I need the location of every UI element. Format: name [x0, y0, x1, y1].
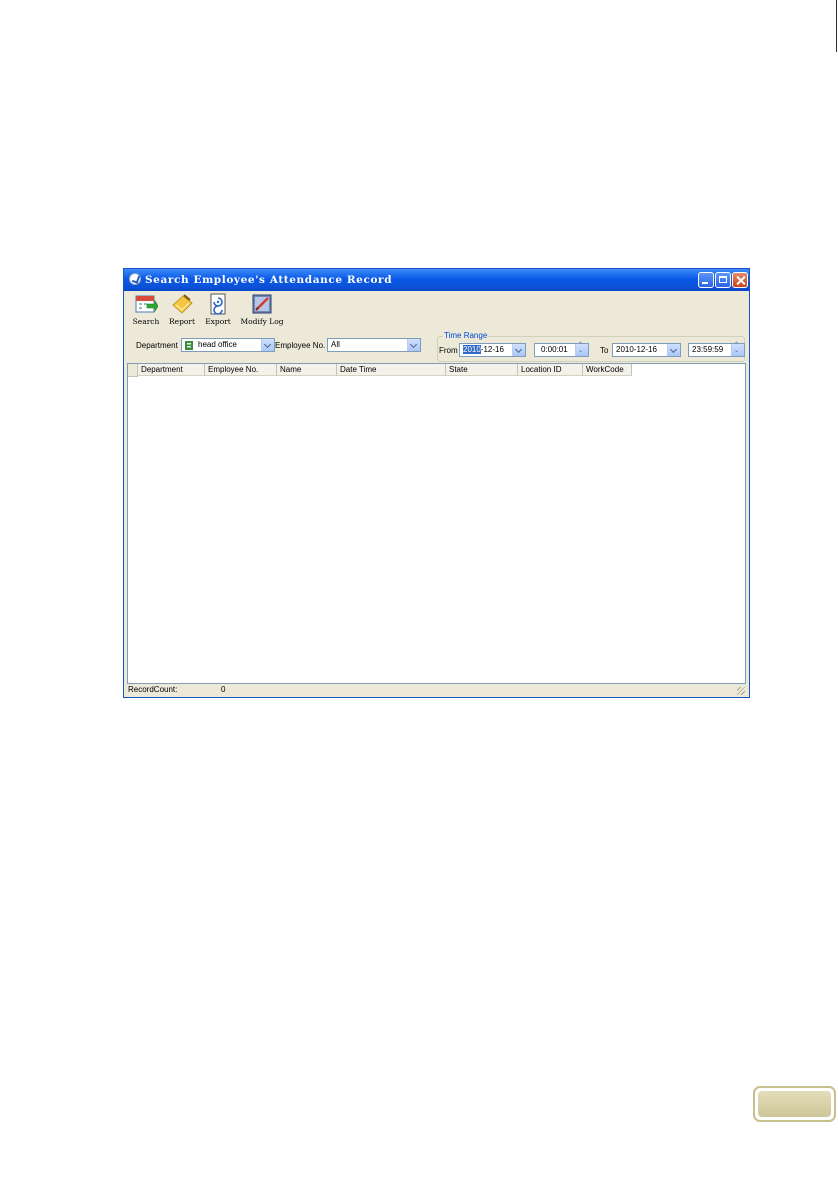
grid-corner	[128, 364, 138, 377]
from-date-value: 2010-12-16	[463, 345, 504, 354]
page-tab-fill	[758, 1091, 831, 1117]
to-date-dropdown-icon[interactable]	[667, 344, 680, 356]
filter-bar: Department head office Employee No. All …	[127, 329, 747, 363]
search-button-label: Search	[132, 317, 160, 326]
time-range-group: Time Range From 2010-12-16 0:00:01 To 20…	[437, 331, 745, 362]
department-dropdown-icon[interactable]	[261, 339, 274, 351]
maximize-button[interactable]	[715, 272, 731, 288]
attendance-window: Search Employee's Attendance Record Sear…	[123, 268, 750, 698]
modify-log-button-label: Modify Log	[240, 317, 284, 326]
employee-no-label: Employee No.	[275, 341, 326, 350]
attendance-grid[interactable]: Department Employee No. Name Date Time S…	[127, 363, 746, 684]
department-label: Department	[136, 341, 178, 350]
department-tree-icon	[185, 341, 193, 350]
export-button-label: Export	[205, 317, 231, 326]
title-bar[interactable]: Search Employee's Attendance Record	[124, 269, 749, 291]
column-header-employee-no[interactable]: Employee No.	[205, 364, 277, 376]
column-header-department[interactable]: Department	[138, 364, 205, 376]
export-icon	[210, 293, 226, 315]
from-time-value: 0:00:01	[541, 345, 568, 354]
report-icon	[172, 294, 193, 314]
from-time-spinner[interactable]: 0:00:01	[534, 342, 589, 357]
toolbar: Search Report Export Modify Log	[127, 291, 745, 327]
minimize-button[interactable]	[698, 272, 714, 288]
search-calendar-icon	[135, 295, 158, 313]
close-button[interactable]	[732, 272, 748, 288]
grid-header: Department Employee No. Name Date Time S…	[128, 364, 632, 377]
report-button-label: Report	[168, 317, 195, 326]
column-header-name[interactable]: Name	[277, 364, 337, 376]
from-label: From	[439, 346, 458, 355]
search-button[interactable]: Search	[131, 293, 161, 326]
from-date-picker[interactable]: 2010-12-16	[459, 343, 526, 357]
department-select[interactable]: head office	[181, 338, 275, 352]
modify-log-button[interactable]: Modify Log	[239, 293, 285, 326]
column-header-workcode[interactable]: WorkCode	[583, 364, 632, 376]
employee-no-value: All	[331, 340, 340, 349]
window-title: Search Employee's Attendance Record	[145, 274, 393, 286]
employee-no-select[interactable]: All	[327, 338, 421, 352]
record-count-value: 0	[221, 685, 226, 694]
to-time-value: 23:59:59	[692, 345, 724, 354]
report-button[interactable]: Report	[167, 293, 197, 326]
to-label: To	[600, 346, 609, 355]
resize-grip-icon[interactable]	[737, 687, 745, 695]
time-range-legend: Time Range	[443, 331, 489, 340]
column-header-state[interactable]: State	[446, 364, 518, 376]
app-icon	[129, 273, 141, 285]
to-date-picker[interactable]: 2010-12-16	[612, 343, 681, 357]
modify-log-icon	[252, 294, 272, 314]
from-time-spin-icon[interactable]	[575, 342, 588, 356]
from-date-year-selected: 2010	[463, 345, 481, 354]
to-time-spin-icon[interactable]	[731, 342, 744, 356]
status-bar: RecordCount: 0	[127, 684, 746, 696]
record-count-label: RecordCount:	[128, 685, 178, 694]
page-edge-line	[836, 0, 837, 52]
from-date-rest: -12-16	[480, 345, 504, 354]
column-header-location-id[interactable]: Location ID	[518, 364, 583, 376]
export-button[interactable]: Export	[203, 293, 233, 326]
to-time-spinner[interactable]: 23:59:59	[688, 342, 745, 357]
from-date-dropdown-icon[interactable]	[512, 344, 525, 356]
column-header-date-time[interactable]: Date Time	[337, 364, 446, 376]
page-number-tab	[753, 1086, 836, 1122]
to-date-value: 2010-12-16	[616, 345, 657, 354]
department-value: head office	[198, 340, 237, 349]
employee-no-dropdown-icon[interactable]	[407, 339, 420, 351]
